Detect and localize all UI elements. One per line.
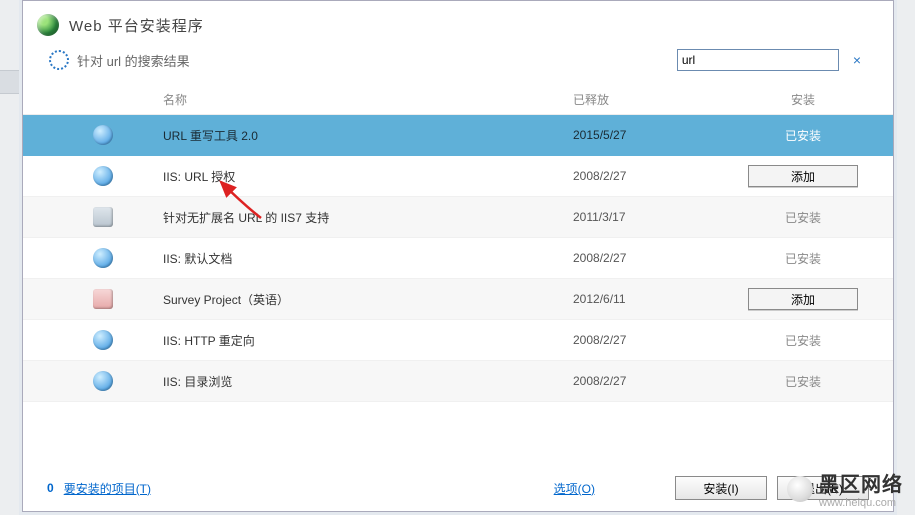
globe-icon <box>37 14 59 36</box>
installed-label: 已安装 <box>785 209 821 226</box>
release-date: 2015/5/27 <box>573 128 733 142</box>
col-released: 已释放 <box>573 91 733 108</box>
result-row[interactable]: IIS: 目录浏览2008/2/27 已安装 <box>23 361 893 402</box>
package-name: IIS: 目录浏览 <box>163 373 573 390</box>
package-name: 针对无扩展名 URL 的 IIS7 支持 <box>163 209 573 226</box>
result-row[interactable]: IIS: HTTP 重定向2008/2/27 已安装 <box>23 320 893 361</box>
package-icon <box>93 330 113 350</box>
package-icon <box>93 125 113 145</box>
package-name: Survey Project（英语） <box>163 291 573 308</box>
add-button[interactable]: 添加 <box>748 288 858 310</box>
add-button[interactable]: 添加 <box>748 165 858 187</box>
release-date: 2008/2/27 <box>573 374 733 388</box>
release-date: 2008/2/27 <box>573 333 733 347</box>
result-row[interactable]: IIS: 默认文档2008/2/27 已安装 <box>23 238 893 279</box>
installed-label: 已安装 <box>785 373 821 390</box>
release-date: 2008/2/27 <box>573 169 733 183</box>
result-row[interactable]: IIS: URL 授权2008/2/27 添加 <box>23 156 893 197</box>
gear-icon <box>49 50 69 70</box>
package-name: IIS: URL 授权 <box>163 168 573 185</box>
package-name: URL 重写工具 2.0 <box>163 127 573 144</box>
package-icon <box>93 207 113 227</box>
search-input[interactable] <box>677 49 839 71</box>
window-title: Web 平台安装程序 <box>69 15 204 36</box>
release-date: 2008/2/27 <box>573 251 733 265</box>
installed-label: 已安装 <box>785 127 821 144</box>
package-icon <box>93 166 113 186</box>
pending-count: 0 <box>47 481 54 495</box>
search-bar: 针对 url 的搜索结果 × <box>23 49 893 83</box>
result-row[interactable]: 针对无扩展名 URL 的 IIS7 支持2011/3/17 已安装 <box>23 197 893 238</box>
install-button[interactable]: 安装(I) <box>675 476 767 500</box>
package-icon <box>93 248 113 268</box>
package-name: IIS: 默认文档 <box>163 250 573 267</box>
package-icon <box>93 371 113 391</box>
options-link[interactable]: 选项(O) <box>554 480 595 497</box>
result-row[interactable]: URL 重写工具 2.02015/5/27 已安装 <box>23 115 893 156</box>
footer-bar: 0 要安装的项目(T) 选项(O) 安装(I) 退出(E) <box>23 471 893 505</box>
column-headers: 名称 已释放 安装 <box>23 83 893 114</box>
col-install: 安装 <box>733 91 873 108</box>
installed-label: 已安装 <box>785 332 821 349</box>
release-date: 2012/6/11 <box>573 292 733 306</box>
exit-button[interactable]: 退出(E) <box>777 476 869 500</box>
clear-search-icon[interactable]: × <box>847 52 867 68</box>
pending-items-link[interactable]: 要安装的项目(T) <box>64 480 151 497</box>
col-name: 名称 <box>163 91 573 108</box>
package-icon <box>93 289 113 309</box>
release-date: 2011/3/17 <box>573 210 733 224</box>
titlebar: Web 平台安装程序 <box>23 1 893 49</box>
result-row[interactable]: Survey Project（英语）2012/6/11 添加 <box>23 279 893 320</box>
installed-label: 已安装 <box>785 250 821 267</box>
package-name: IIS: HTTP 重定向 <box>163 332 573 349</box>
results-list: URL 重写工具 2.02015/5/27已安装IIS: URL 授权2008/… <box>23 114 893 402</box>
installer-window: Web 平台安装程序 针对 url 的搜索结果 × 名称 已释放 安装 URL … <box>22 0 894 512</box>
search-results-label: 针对 url 的搜索结果 <box>77 51 190 70</box>
